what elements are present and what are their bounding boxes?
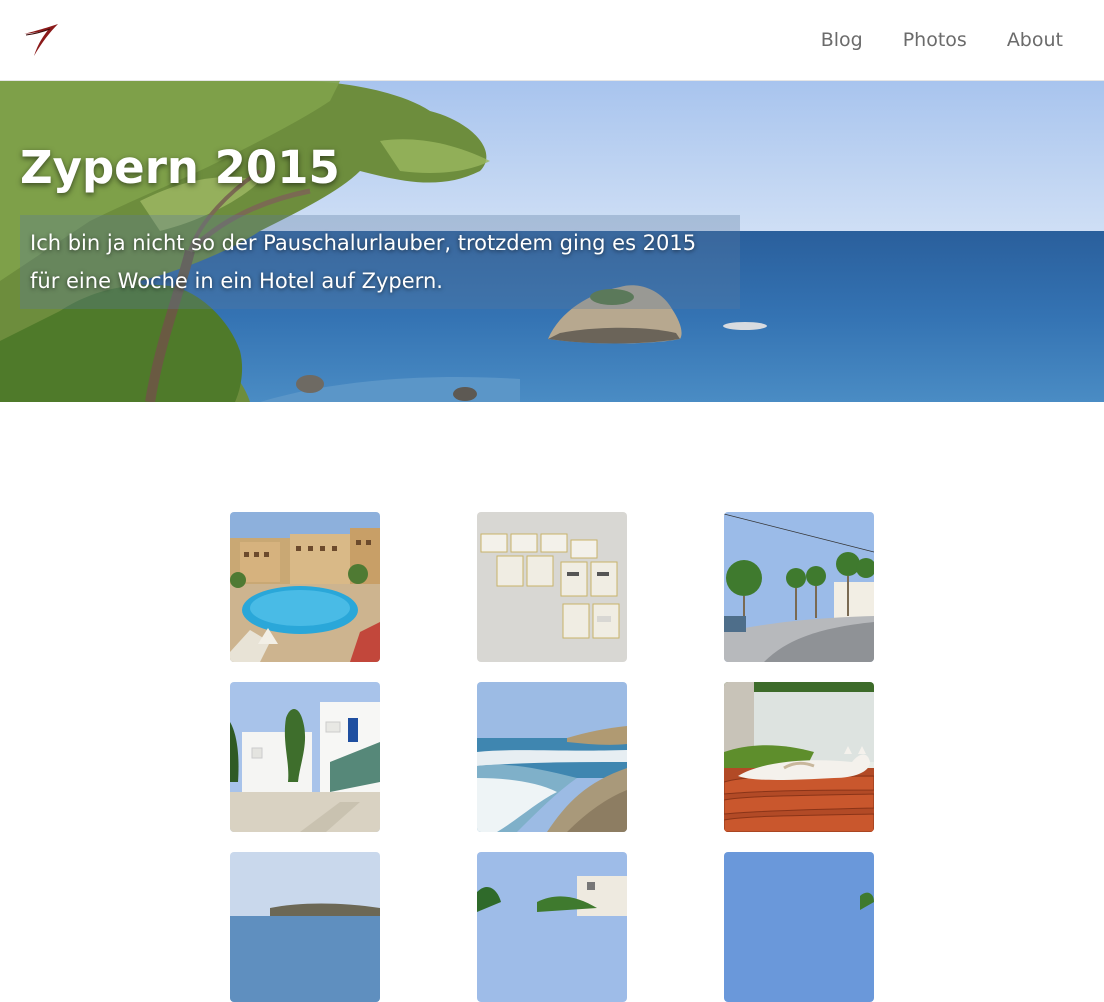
site-header: Blog Photos About [0, 0, 1104, 81]
nav-photos-link[interactable]: Photos [903, 29, 967, 51]
hero-intro-text: Ich bin ja nicht so der Pauschalurlauber… [20, 215, 740, 309]
gallery-thumb-white-houses[interactable] [230, 682, 380, 832]
nav-about-link[interactable]: About [1007, 29, 1063, 51]
gallery-thumb-beach-waves[interactable] [477, 682, 627, 832]
hero-banner: Zypern 2015 Ich bin ja nicht so der Paus… [0, 81, 1104, 402]
nav-blog-link[interactable]: Blog [821, 29, 863, 51]
gallery-thumb-blue-sky-trees[interactable] [724, 852, 874, 1002]
gallery-thumb-mailboxes[interactable] [477, 512, 627, 662]
page-title: Zypern 2015 [20, 141, 340, 194]
photo-gallery [230, 512, 874, 1002]
logo-icon[interactable] [20, 20, 62, 60]
gallery-thumb-hotel-pool[interactable] [230, 512, 380, 662]
gallery-thumb-coast-hill[interactable] [230, 852, 380, 1002]
main-nav: Blog Photos About [821, 0, 1063, 80]
gallery-thumb-palm-street[interactable] [724, 512, 874, 662]
gallery-thumb-cat-on-roof[interactable] [724, 682, 874, 832]
gallery-thumb-village-palms[interactable] [477, 852, 627, 1002]
